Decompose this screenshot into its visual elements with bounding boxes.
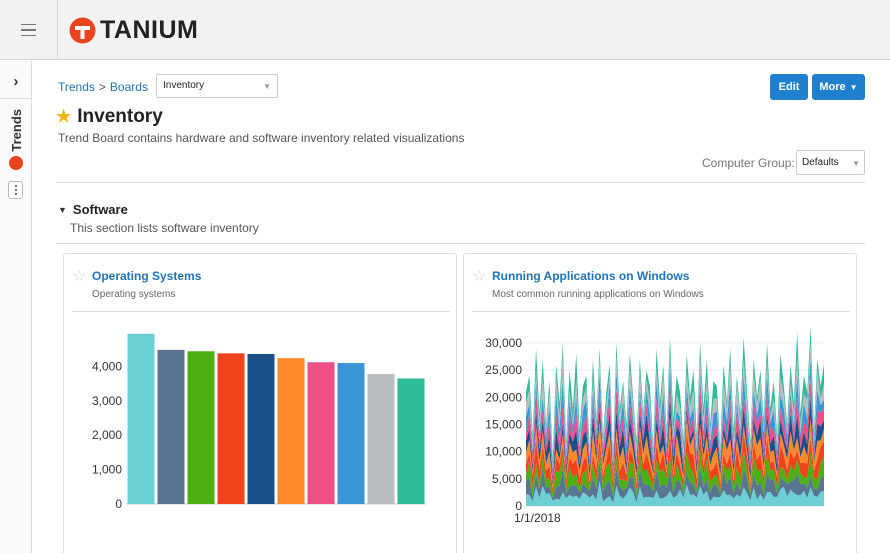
more-vertical-icon[interactable] [8,181,23,199]
tanium-logo-icon [69,17,96,44]
top-header: TANIUM [0,0,890,60]
x-tick-label: 1/1/2018 [514,511,561,525]
chevron-right-icon[interactable]: › [8,73,24,91]
y-tick-label: 5,000 [492,472,522,486]
computer-group-value: Defaults [802,157,839,168]
menu-line [21,29,36,31]
edit-button[interactable]: Edit [770,74,808,100]
computer-group-select[interactable]: Defaults ▼ [796,150,865,175]
star-outline-icon[interactable]: ☆ [72,266,86,286]
card-subtitle: Operating systems [92,289,176,300]
bar [367,373,395,504]
bar [127,333,155,504]
bar [337,362,365,504]
brand-name: TANIUM [100,16,199,44]
hamburger-menu-button[interactable] [0,0,58,60]
card-running-applications: ☆ Running Applications on Windows Most c… [463,253,857,553]
bar [157,349,185,504]
y-tick-label: 4,000 [92,359,122,373]
trends-rail-tab[interactable]: Trends [7,109,25,219]
y-tick-label: 20,000 [485,390,522,404]
left-rail: › Trends [0,61,32,553]
tanium-logo[interactable]: TANIUM [69,16,198,45]
caret-down-icon: ▼ [58,204,67,215]
y-tick-label: 0 [115,497,122,511]
section-header-software[interactable]: ▼ Software [58,202,128,217]
card-title[interactable]: Operating Systems [92,269,201,283]
divider [56,243,865,244]
section-description: This section lists software inventory [70,221,259,235]
card-title[interactable]: Running Applications on Windows [492,269,689,283]
star-filled-icon[interactable]: ★ [56,107,71,127]
breadcrumb-trends-link[interactable]: Trends [58,80,95,94]
y-tick-label: 25,000 [485,363,522,377]
running-applications-area-chart: 05,00010,00015,00020,00025,00030,0001/1/… [485,326,824,525]
caret-down-icon: ▼ [263,82,271,91]
operating-systems-bar-chart: 0 1,000 2,000 3,000 4,000 [92,333,426,511]
page-description: Trend Board contains hardware and softwa… [58,131,465,145]
bar [277,358,305,504]
breadcrumb-boards-link[interactable]: Boards [110,80,148,94]
card-subtitle: Most common running applications on Wind… [492,289,704,300]
y-tick-label: 2,000 [92,428,122,442]
bar [247,354,275,504]
bar [307,362,335,504]
caret-down-icon: ▼ [849,82,858,92]
menu-line [21,34,36,37]
breadcrumb: Trends > Boards [58,80,148,94]
more-button[interactable]: More ▼ [812,74,865,100]
breadcrumb-separator: > [98,80,106,94]
board-select[interactable]: Inventory ▼ [156,74,278,98]
card-operating-systems: ☆ Operating Systems Operating systems 0 1… [63,253,457,553]
y-tick-label: 10,000 [485,445,522,459]
trends-icon [9,155,23,170]
bar [187,351,215,504]
divider [56,182,865,183]
y-tick-label: 3,000 [92,394,122,408]
section-title: Software [72,202,128,217]
y-tick-label: 1,000 [92,463,122,477]
trends-rail-label: Trends [8,109,24,152]
board-select-value: Inventory [163,80,205,91]
star-outline-icon[interactable]: ☆ [472,266,486,286]
page-title-text: Inventory [77,106,163,127]
menu-line [21,23,36,26]
y-tick-label: 15,000 [485,417,522,431]
y-tick-label: 30,000 [485,336,522,350]
bar [217,353,245,504]
caret-down-icon: ▼ [852,159,860,168]
bar [397,378,425,504]
rail-divider [0,98,32,99]
page-title: ★ Inventory [56,106,163,128]
more-button-label: More [819,81,846,93]
computer-group-label: Computer Group: [702,156,795,170]
